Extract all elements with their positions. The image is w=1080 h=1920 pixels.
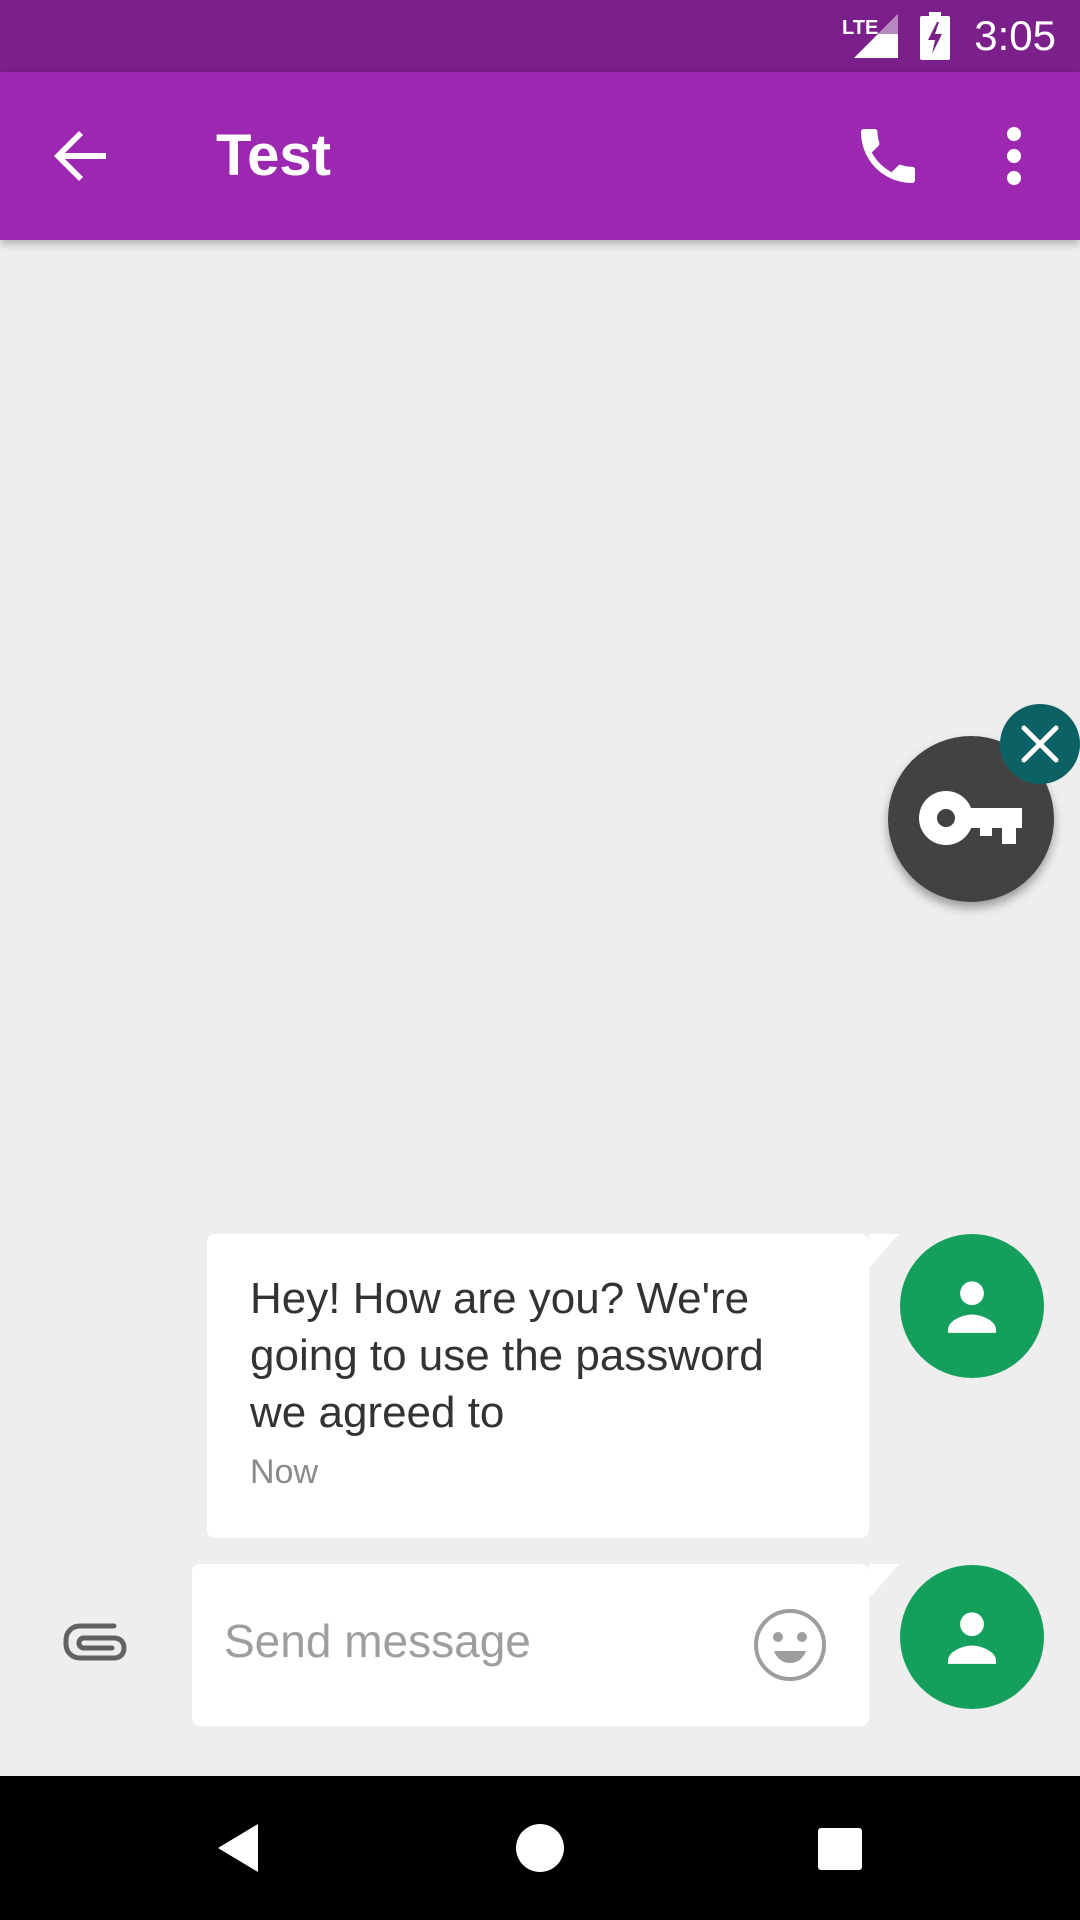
nav-back-icon[interactable] bbox=[214, 1822, 262, 1874]
back-arrow-icon[interactable] bbox=[50, 124, 114, 188]
message-bubble[interactable]: Hey! How are you? We're going to use the… bbox=[207, 1234, 869, 1538]
battery-charging-icon bbox=[920, 12, 950, 60]
compose-box bbox=[192, 1564, 869, 1726]
nav-recents-icon[interactable] bbox=[816, 1826, 864, 1872]
compose-avatar[interactable] bbox=[900, 1565, 1044, 1709]
message-text: Hey! How are you? We're going to use the… bbox=[250, 1274, 764, 1437]
lte-signal-icon: LTE bbox=[842, 14, 898, 58]
nav-home-icon[interactable] bbox=[514, 1822, 566, 1874]
compose-box-tail bbox=[869, 1564, 899, 1598]
navigation-bar bbox=[0, 1776, 1080, 1920]
app-bar: Test bbox=[0, 72, 1080, 240]
person-icon bbox=[947, 1612, 997, 1664]
network-type-label: LTE bbox=[842, 17, 878, 39]
send-message-input[interactable] bbox=[224, 1614, 724, 1668]
phone-icon[interactable] bbox=[852, 120, 924, 192]
close-bubble-button[interactable] bbox=[1000, 704, 1080, 784]
conversation-title: Test bbox=[216, 123, 331, 188]
person-icon bbox=[947, 1281, 997, 1333]
sender-avatar[interactable] bbox=[900, 1234, 1044, 1378]
close-icon bbox=[1021, 725, 1059, 763]
message-bubble-tail bbox=[869, 1234, 899, 1268]
message-timestamp: Now bbox=[250, 1453, 319, 1491]
key-icon bbox=[919, 791, 1022, 845]
status-bar: LTE 3:05 bbox=[0, 0, 1080, 72]
attach-icon[interactable] bbox=[62, 1618, 132, 1668]
emoji-icon[interactable] bbox=[752, 1607, 828, 1683]
status-clock: 3:05 bbox=[974, 12, 1056, 59]
more-vert-icon[interactable] bbox=[990, 120, 1038, 192]
